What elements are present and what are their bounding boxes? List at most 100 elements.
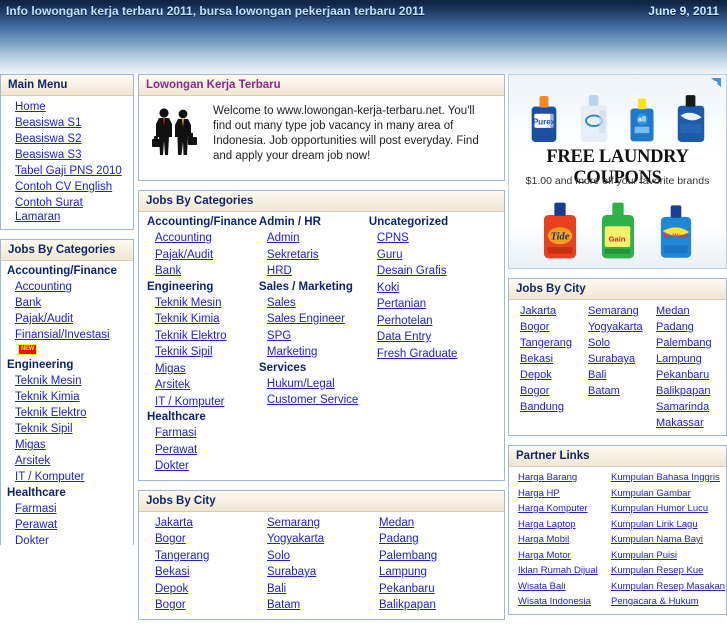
partner-link-link[interactable]: Iklan Rumah Dijual — [518, 565, 598, 576]
main-category-link[interactable]: Sales Engineer — [267, 313, 345, 325]
main-menu-link[interactable]: Home — [15, 101, 46, 113]
partner-link-link[interactable]: Harga Komputer — [518, 503, 588, 514]
sidebar-category-link[interactable]: Teknik Sipil — [15, 423, 73, 435]
right-city-link[interactable]: Makassar — [656, 417, 704, 429]
right-city-link[interactable]: Padang — [656, 321, 694, 333]
sidebar-category-link[interactable]: IT / Komputer — [15, 471, 84, 483]
main-menu-link[interactable]: Tabel Gaji PNS 2010 — [15, 165, 122, 177]
partner-link-link[interactable]: Kumpulan Resep Kue — [611, 565, 703, 576]
partner-link-link[interactable]: Harga Laptop — [518, 519, 576, 530]
partner-link-link[interactable]: Harga Barang — [518, 472, 577, 483]
right-city-link[interactable]: Yogyakarta — [588, 321, 643, 333]
main-city-link[interactable]: Padang — [379, 533, 419, 545]
right-city-link[interactable]: Jakarta — [520, 305, 556, 317]
right-city-link[interactable]: Samarinda — [656, 401, 709, 413]
partner-link-link[interactable]: Harga Motor — [518, 550, 571, 561]
right-city-link[interactable]: Semarang — [588, 305, 639, 317]
sidebar-category-link[interactable]: Accounting — [15, 281, 72, 293]
main-city-link[interactable]: Batam — [267, 599, 300, 611]
sidebar-category-link[interactable]: Bank — [15, 297, 41, 309]
main-category-link[interactable]: Teknik Elektro — [155, 330, 227, 342]
sidebar-category-link[interactable]: Pajak/Audit — [15, 313, 73, 325]
right-city-link[interactable]: Bogor — [520, 385, 549, 397]
partner-link-link[interactable]: Wisata Bali — [518, 581, 566, 592]
right-city-link[interactable]: Bekasi — [520, 353, 553, 365]
main-city-link[interactable]: Yogyakarta — [267, 533, 324, 545]
sidebar-category-link[interactable]: Farmasi — [15, 503, 57, 515]
partner-link-link[interactable]: Kumpulan Resep Masakan — [611, 581, 725, 592]
right-city-link[interactable]: Solo — [588, 337, 610, 349]
main-city-link[interactable]: Semarang — [267, 517, 320, 529]
main-category-link[interactable]: Customer Service — [267, 394, 358, 406]
partner-link-link[interactable]: Pengacara & Hukum — [611, 596, 699, 607]
partner-link-link[interactable]: Harga Mobil — [518, 534, 569, 545]
main-category-link[interactable]: Farmasi — [155, 427, 197, 439]
sidebar-category-link[interactable]: Teknik Mesin — [15, 375, 81, 387]
main-menu-link[interactable]: Beasiswa S1 — [15, 117, 81, 129]
main-city-link[interactable]: Bogor — [155, 533, 186, 545]
right-city-link[interactable]: Pekanbaru — [656, 369, 709, 381]
sidebar-category-link[interactable]: Finansial/Investasi — [15, 329, 110, 341]
main-category-link[interactable]: Migas — [155, 363, 186, 375]
main-category-link[interactable]: Sales — [267, 297, 296, 309]
right-city-link[interactable]: Bandung — [520, 401, 564, 413]
main-city-link[interactable]: Bogor — [155, 599, 186, 611]
partner-link-link[interactable]: Harga HP — [518, 488, 560, 499]
partner-link-link[interactable]: Kumpulan Nama Bayi — [611, 534, 703, 545]
right-city-link[interactable]: Surabaya — [588, 353, 635, 365]
main-city-link[interactable]: Palembang — [379, 550, 437, 562]
partner-link-link[interactable]: Kumpulan Humor Lucu — [611, 503, 708, 514]
main-city-link[interactable]: Surabaya — [267, 566, 316, 578]
main-category-link[interactable]: Desain Grafis — [377, 265, 447, 277]
main-category-link[interactable]: Bank — [155, 265, 181, 277]
main-category-link[interactable]: Teknik Kimia — [155, 313, 220, 325]
main-category-link[interactable]: Arsitek — [155, 379, 190, 391]
main-menu-link[interactable]: Contoh CV English — [15, 181, 112, 193]
advertisement-banner[interactable]: Purex all FREE LAUNDRY COUPONS $1.00 and… — [508, 74, 727, 269]
main-category-link[interactable]: Perawat — [155, 444, 197, 456]
main-category-link[interactable]: Fresh Graduate — [377, 348, 458, 360]
main-category-link[interactable]: Pertanian — [377, 298, 426, 310]
right-city-link[interactable]: Balikpapan — [656, 385, 710, 397]
partner-link-link[interactable]: Kumpulan Lirik Lagu — [611, 519, 698, 530]
main-city-link[interactable]: Solo — [267, 550, 290, 562]
sidebar-category-link[interactable]: Migas — [15, 439, 46, 451]
main-city-link[interactable]: Bekasi — [155, 566, 190, 578]
main-category-link[interactable]: Guru — [377, 249, 403, 261]
main-city-link[interactable]: Pekanbaru — [379, 583, 435, 595]
main-city-link[interactable]: Lampung — [379, 566, 427, 578]
main-category-link[interactable]: Accounting — [155, 232, 212, 244]
right-city-link[interactable]: Bali — [588, 369, 606, 381]
right-city-link[interactable]: Medan — [656, 305, 690, 317]
main-menu-link[interactable]: Contoh Surat Lamaran — [15, 197, 83, 223]
partner-link-link[interactable]: Kumpulan Gambar — [611, 488, 691, 499]
main-category-link[interactable]: HRD — [267, 265, 292, 277]
partner-link-link[interactable]: Wisata Indonesia — [518, 596, 591, 607]
main-category-link[interactable]: Teknik Sipil — [155, 346, 213, 358]
main-category-link[interactable]: Sekretaris — [267, 249, 319, 261]
main-category-link[interactable]: Pajak/Audit — [155, 249, 213, 261]
main-city-link[interactable]: Tangerang — [155, 550, 209, 562]
sidebar-category-link[interactable]: Perawat — [15, 519, 57, 531]
right-city-link[interactable]: Depok — [520, 369, 552, 381]
main-menu-link[interactable]: Beasiswa S3 — [15, 149, 81, 161]
main-category-link[interactable]: IT / Komputer — [155, 396, 224, 408]
main-category-link[interactable]: Perhotelan — [377, 315, 433, 327]
main-city-link[interactable]: Medan — [379, 517, 414, 529]
right-city-link[interactable]: Bogor — [520, 321, 549, 333]
sidebar-category-link[interactable]: Teknik Elektro — [15, 407, 87, 419]
partner-link-link[interactable]: Kumpulan Puisi — [611, 550, 677, 561]
main-category-link[interactable]: Marketing — [267, 346, 318, 358]
main-category-link[interactable]: Data Entry — [377, 331, 431, 343]
main-category-link[interactable]: Teknik Mesin — [155, 297, 221, 309]
right-city-link[interactable]: Lampung — [656, 353, 702, 365]
main-category-link[interactable]: Hukum/Legal — [267, 378, 335, 390]
main-city-link[interactable]: Bali — [267, 583, 286, 595]
sidebar-category-link[interactable]: Dokter — [15, 535, 49, 545]
main-city-link[interactable]: Jakarta — [155, 517, 193, 529]
partner-link-link[interactable]: Kumpulan Bahasa Inggris — [611, 472, 720, 483]
main-category-link[interactable]: Admin — [267, 232, 300, 244]
sidebar-category-link[interactable]: Arsitek — [15, 455, 50, 467]
main-category-link[interactable]: Koki — [377, 282, 399, 294]
right-city-link[interactable]: Batam — [588, 385, 620, 397]
